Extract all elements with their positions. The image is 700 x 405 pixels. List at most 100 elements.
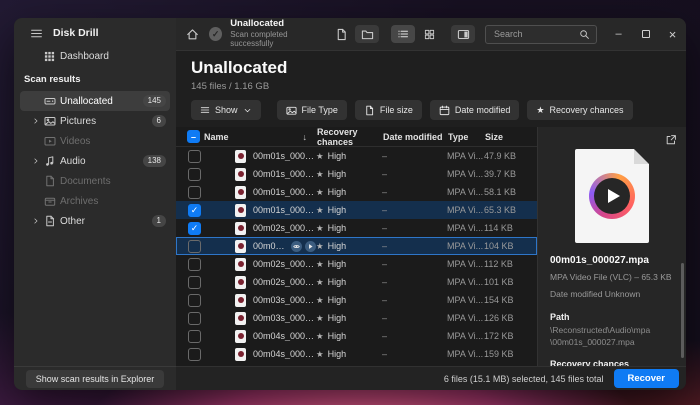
preview-eye-icon[interactable] <box>291 241 302 252</box>
table-row[interactable]: 00m02s_000026... ★High – MPA Vi... 101 K… <box>176 273 537 291</box>
row-checkbox[interactable] <box>188 276 201 289</box>
date-modified-label: Date modified <box>455 105 511 115</box>
file-preview-thumbnail[interactable] <box>575 149 649 243</box>
sidebar-item-archives[interactable]: Archives <box>20 191 170 211</box>
sidebar-item-videos[interactable]: Videos <box>20 131 170 151</box>
row-checkbox[interactable] <box>188 168 201 181</box>
search-input[interactable] <box>486 29 579 39</box>
column-type[interactable]: Type <box>448 132 485 142</box>
recovery-chances-filter-button[interactable]: ★ Recovery chances <box>527 100 632 120</box>
play-preview-icon[interactable] <box>305 241 316 252</box>
select-all-checkbox[interactable]: – <box>187 130 200 143</box>
page-title: Unallocated <box>191 58 686 78</box>
sidebar: Disk Drill Dashboard Scan results Unallo… <box>14 18 176 390</box>
file-type-icon <box>286 105 297 116</box>
recovery-cell: ★High <box>316 187 382 198</box>
table-row[interactable]: ✓ 00m01s_000027... ★High – MPA Vi... 65.… <box>176 201 537 219</box>
type-cell: MPA Vi... <box>447 241 484 251</box>
sort-desc-icon[interactable]: ↓ <box>303 132 308 142</box>
scan-results-list: Unallocated 145 Pictures 6 Videos Audio … <box>14 91 176 231</box>
list-view-icon[interactable] <box>391 25 415 43</box>
content-body: – Name ↓ Recovery chances Date modified … <box>176 127 686 366</box>
show-in-explorer-button[interactable]: Show scan results in Explorer <box>26 370 165 388</box>
open-preview-icon[interactable] <box>665 134 677 146</box>
sidebar-item-documents[interactable]: Documents <box>20 171 170 191</box>
row-checkbox[interactable]: ✓ <box>188 222 201 235</box>
row-checkbox[interactable] <box>188 348 201 361</box>
table-row[interactable]: 00m03s_000009... ★High – MPA Vi... 154 K… <box>176 291 537 309</box>
table-row[interactable]: 00m01s_000024... ★High – MPA Vi... 58.1 … <box>176 183 537 201</box>
table-row[interactable]: 00m04s_000025... ★High – MPA Vi... 159 K… <box>176 345 537 363</box>
show-dropdown[interactable]: Show <box>191 100 261 120</box>
menu-icon[interactable] <box>30 27 43 40</box>
row-checkbox[interactable] <box>188 150 201 163</box>
recovery-cell: ★High <box>316 169 382 180</box>
size-cell: 126 KB <box>484 313 536 323</box>
table-row[interactable]: ✓ 00m02s_000018... ★High – MPA Vi... 114… <box>176 219 537 237</box>
row-checkbox[interactable] <box>188 312 201 325</box>
search-icon[interactable] <box>579 29 590 40</box>
sidebar-item-dashboard[interactable]: Dashboard <box>20 46 170 66</box>
chevron-right-icon[interactable] <box>32 157 44 165</box>
file-icon[interactable] <box>331 25 351 43</box>
table-row[interactable]: 00m02s_000021... ★High – MPA Vi... 112 K… <box>176 255 537 273</box>
maximize-button[interactable] <box>632 18 659 51</box>
count-badge: 145 <box>143 95 166 107</box>
recovery-cell: ★High <box>316 313 382 324</box>
sidebar-item-pictures[interactable]: Pictures 6 <box>20 111 170 131</box>
chevron-right-icon[interactable] <box>32 117 44 125</box>
date-modified-cell: – <box>382 313 447 323</box>
grid-view-icon[interactable] <box>419 25 439 43</box>
preview-scrollbar[interactable] <box>681 263 684 358</box>
row-checkbox[interactable] <box>188 186 201 199</box>
star-icon: ★ <box>316 331 324 341</box>
preview-panel: 00m01s_000027.mpa MPA Video File (VLC) –… <box>537 127 686 366</box>
sidebar-header: Disk Drill <box>14 18 176 42</box>
table-row[interactable]: 00m01s_000016... ★High – MPA Vi... 47.9 … <box>176 147 537 165</box>
sidebar-item-audio[interactable]: Audio 138 <box>20 151 170 171</box>
close-button[interactable]: × <box>659 18 686 51</box>
table-row[interactable]: 00m03s_000012... ★High – MPA Vi... 126 K… <box>176 309 537 327</box>
table-row[interactable]: 00m01s_000017... ★High – MPA Vi... 39.7 … <box>176 165 537 183</box>
topbar: ✓ Unallocated Scan completed successfull… <box>176 18 686 51</box>
column-date-modified[interactable]: Date modified <box>383 132 448 142</box>
preview-panel-icon[interactable] <box>451 25 475 43</box>
type-cell: MPA Vi... <box>447 187 484 197</box>
sidebar-item-other[interactable]: Other 1 <box>20 211 170 231</box>
preview-path-value: \Reconstructed\Audio\mpa\00m01s_000027.m… <box>550 325 674 349</box>
size-cell: 172 KB <box>484 331 536 341</box>
name-cell: 00m03s_000009... <box>201 294 316 307</box>
column-name[interactable]: Name ↓ <box>200 132 317 142</box>
preview-recovery-label: Recovery chances <box>550 359 674 366</box>
mpa-file-icon <box>235 240 246 253</box>
table-row[interactable]: 00m02s... ★High – MPA Vi... 104 KB <box>176 237 537 255</box>
home-icon[interactable] <box>186 28 199 41</box>
file-type-filter-button[interactable]: File Type <box>277 100 347 120</box>
table-row[interactable]: 00m04s_000015... ★High – MPA Vi... 172 K… <box>176 327 537 345</box>
date-modified-cell: – <box>382 259 447 269</box>
recover-button[interactable]: Recover <box>614 369 680 388</box>
file-size-filter-button[interactable]: File size <box>355 100 422 120</box>
row-checkbox[interactable] <box>188 294 201 307</box>
type-cell: MPA Vi... <box>447 151 484 161</box>
row-checkbox[interactable] <box>188 240 201 253</box>
play-button-icon[interactable] <box>594 178 630 214</box>
folder-icon[interactable] <box>355 25 379 43</box>
row-checkbox[interactable] <box>188 258 201 271</box>
name-cell: 00m04s_000025... <box>201 348 316 361</box>
chevron-right-icon[interactable] <box>32 217 44 225</box>
mpa-file-icon <box>235 330 246 343</box>
column-recovery[interactable]: Recovery chances <box>317 127 383 147</box>
row-checkbox[interactable]: ✓ <box>188 204 201 217</box>
date-modified-filter-button[interactable]: Date modified <box>430 100 520 120</box>
date-modified-cell: – <box>382 295 447 305</box>
file-name: 00m01s_000024... <box>253 187 316 197</box>
show-label: Show <box>215 105 238 115</box>
sidebar-item-unallocated[interactable]: Unallocated 145 <box>20 91 170 111</box>
preview-filename: 00m01s_000027.mpa <box>550 255 674 266</box>
row-checkbox[interactable] <box>188 330 201 343</box>
column-size[interactable]: Size <box>485 132 537 142</box>
type-cell: MPA Vi... <box>447 331 484 341</box>
minimize-button[interactable]: – <box>605 18 632 51</box>
content-header: Unallocated 145 files / 1.16 GB Show Fil… <box>176 51 686 127</box>
